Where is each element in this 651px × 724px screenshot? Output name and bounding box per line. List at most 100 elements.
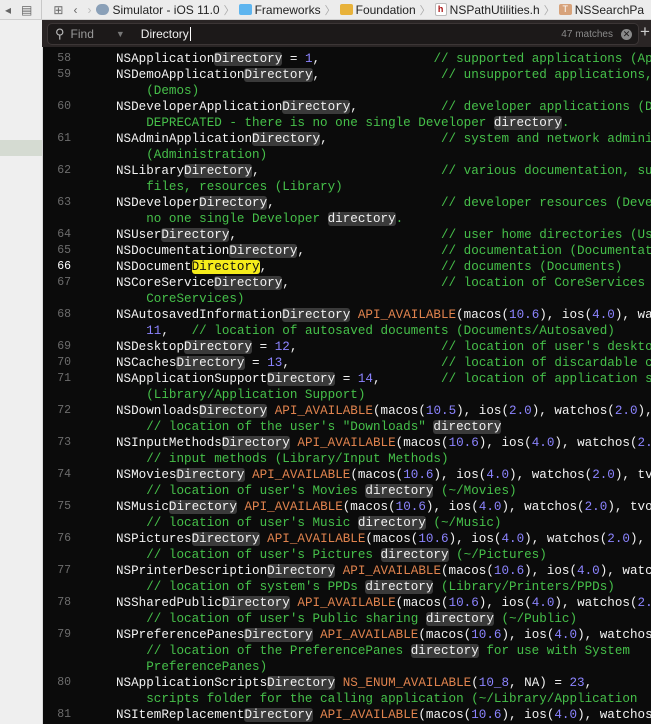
macro-token: API_AVAILABLE (342, 564, 441, 578)
left-gutter-pane (0, 20, 43, 724)
comment-icon[interactable]: ▤ (21, 3, 32, 17)
code-text: NSMoviesDirectory API_AVAILABLE(macos(10… (116, 467, 651, 483)
breadcrumb-symbol[interactable]: T NSSearchPa (558, 3, 644, 17)
code-line[interactable]: // location of user's Pictures directory… (43, 547, 651, 563)
code-text: DEPRECATED - there is no one single Deve… (116, 115, 569, 131)
nav-forward-icon[interactable]: › (87, 3, 91, 17)
code-line[interactable]: 77 NSPrinterDescriptionDirectory API_AVAI… (43, 563, 651, 579)
code-token: ( (471, 676, 479, 690)
related-items-icon[interactable]: ⊞ (53, 3, 63, 17)
comment-text: (~/Public) (493, 612, 578, 626)
code-line[interactable]: 64 NSUserDirectory, // user home director… (43, 227, 651, 243)
search-match: Directory (184, 164, 253, 178)
search-match: directory (327, 212, 396, 226)
code-line[interactable]: 66 NSDocumentDirectory, // documents (Doc… (43, 259, 651, 275)
code-line[interactable]: (Demos) (43, 83, 651, 99)
macro-token: API_AVAILABLE (320, 708, 419, 722)
code-token: NSApplicationScripts (116, 676, 268, 690)
code-line[interactable]: DEPRECATED - there is no one single Deve… (43, 115, 651, 131)
code-line[interactable]: PreferencePanes) (43, 659, 651, 675)
code-line[interactable]: // location of user's Public sharing dir… (43, 611, 651, 627)
breadcrumb-foundation[interactable]: Foundation (339, 3, 416, 17)
code-line[interactable]: 73 NSInputMethodsDirectory API_AVAILABLE(… (43, 435, 651, 451)
code-line[interactable]: 81 NSItemReplacementDirectory API_AVAILAB… (43, 707, 651, 723)
back-arrow-icon[interactable]: ◂ (5, 3, 11, 17)
code-text: // location of the user's "Downloads" di… (116, 419, 502, 435)
code-line[interactable]: // location of user's Movies directory (… (43, 483, 651, 499)
chevron-down-icon[interactable]: ▼ (116, 29, 125, 39)
nav-back-icon[interactable]: ‹ (73, 3, 77, 17)
code-text: // location of user's Pictures directory… (116, 547, 547, 563)
code-line[interactable]: 72 NSDownloadsDirectory API_AVAILABLE(mac… (43, 403, 651, 419)
breadcrumb-label: Simulator - iOS 11.0 (112, 2, 220, 17)
code-line[interactable]: 80 NSApplicationScriptsDirectory NS_ENUM_… (43, 675, 651, 691)
number-literal: 4.0 (577, 564, 600, 578)
find-field[interactable]: ⚲ Find ▼ Directory 47 matches ✕ (47, 23, 639, 45)
code-line[interactable]: // location of the user's "Downloads" di… (43, 419, 651, 435)
line-number: 64 (57, 228, 71, 241)
code-token: NSPictures (116, 532, 192, 546)
source-editor[interactable]: 58 NSApplicationDirectory = 1, // support… (43, 47, 651, 724)
code-line[interactable]: 69 NSDesktopDirectory = 12, // location o… (43, 339, 651, 355)
comment-text: (~/Pictures) (448, 548, 547, 562)
find-query-input[interactable]: Directory (141, 27, 191, 41)
code-line[interactable]: (Administration) (43, 147, 651, 163)
add-icon[interactable]: + (640, 22, 650, 42)
breadcrumb-frameworks[interactable]: Frameworks (238, 3, 321, 17)
code-token: = (282, 52, 305, 66)
code-token: NSCaches (116, 356, 177, 370)
code-line[interactable]: 76 NSPicturesDirectory API_AVAILABLE(maco… (43, 531, 651, 547)
code-line[interactable]: CoreServices) (43, 291, 651, 307)
code-line[interactable]: 58 NSApplicationDirectory = 1, // support… (43, 51, 651, 67)
code-token: , (252, 164, 441, 178)
code-line[interactable]: 61 NSAdminApplicationDirectory, // system… (43, 131, 651, 147)
code-line[interactable]: 11, // location of autosaved documents (… (43, 323, 651, 339)
code-line[interactable]: // location of user's Music directory (~… (43, 515, 651, 531)
code-line[interactable]: 62 NSLibraryDirectory, // various documen… (43, 163, 651, 179)
comment-text: // location of the PreferencePanes (116, 644, 411, 658)
comment-text: // location of CoreServices directory (S… (441, 276, 646, 290)
code-line[interactable]: 68 NSAutosavedInformationDirectory API_AV… (43, 307, 651, 323)
breadcrumb-simulator[interactable]: Simulator - iOS 11.0 (96, 2, 220, 17)
comment-text: // location of user's desktop (441, 340, 651, 354)
clear-icon[interactable]: ✕ (621, 28, 632, 40)
code-token: , (229, 228, 442, 242)
code-line[interactable]: files, resources (Library) (43, 179, 651, 195)
code-text: NSApplicationDirectory = 1, // supported… (116, 51, 651, 67)
code-line[interactable]: 59 NSDemoApplicationDirectory, // unsuppo… (43, 67, 651, 83)
search-match: directory (433, 420, 502, 434)
code-line[interactable]: 70 NSCachesDirectory = 13, // location of… (43, 355, 651, 371)
code-token: NSDesktop (116, 340, 185, 354)
line-number: 79 (57, 628, 71, 641)
code-token: (macos( (342, 500, 396, 514)
code-text: NSCachesDirectory = 13, // location of d… (116, 355, 651, 371)
line-number: 78 (57, 596, 71, 609)
code-line[interactable]: // location of the PreferencePanes direc… (43, 643, 651, 659)
code-line[interactable]: 78 NSSharedPublicDirectory API_AVAILABLE(… (43, 595, 651, 611)
code-line[interactable]: 60 NSDeveloperApplicationDirectory, // de… (43, 99, 651, 115)
chevron-right-icon: 〉 (543, 4, 555, 17)
search-match: Directory (244, 68, 313, 82)
search-match: Directory (191, 532, 260, 546)
code-line[interactable]: 63 NSDeveloperDirectory, // developer res… (43, 195, 651, 211)
code-line[interactable]: (Library/Application Support) (43, 387, 651, 403)
code-text: NSAdminApplicationDirectory, // system a… (116, 131, 651, 147)
code-line[interactable]: 75 NSMusicDirectory API_AVAILABLE(macos(1… (43, 499, 651, 515)
code-line[interactable]: 67 NSCoreServiceDirectory, // location of… (43, 275, 651, 291)
breadcrumb-header-file[interactable]: h NSPathUtilities.h (434, 3, 540, 17)
code-line[interactable]: // input methods (Library/Input Methods) (43, 451, 651, 467)
code-line[interactable]: no one single Developer directory. (43, 211, 651, 227)
find-mode-label[interactable]: Find (71, 27, 94, 41)
code-line[interactable]: // location of system's PPDs directory (… (43, 579, 651, 595)
code-token: = (335, 372, 358, 386)
code-text: PreferencePanes) (116, 659, 267, 675)
code-line[interactable]: 65 NSDocumentationDirectory, // documenta… (43, 243, 651, 259)
comment-text: // location of user's Public sharing (116, 612, 426, 626)
number-literal: 2.0 (584, 500, 608, 514)
code-line[interactable]: 74 NSMoviesDirectory API_AVAILABLE(macos(… (43, 467, 651, 483)
search-match: Directory (229, 244, 298, 258)
code-line[interactable]: 71 NSApplicationSupportDirectory = 14, //… (43, 371, 651, 387)
code-line[interactable]: 79 NSPreferencePanesDirectory API_AVAILAB… (43, 627, 651, 643)
code-line[interactable]: scripts folder for the calling applicati… (43, 691, 651, 707)
